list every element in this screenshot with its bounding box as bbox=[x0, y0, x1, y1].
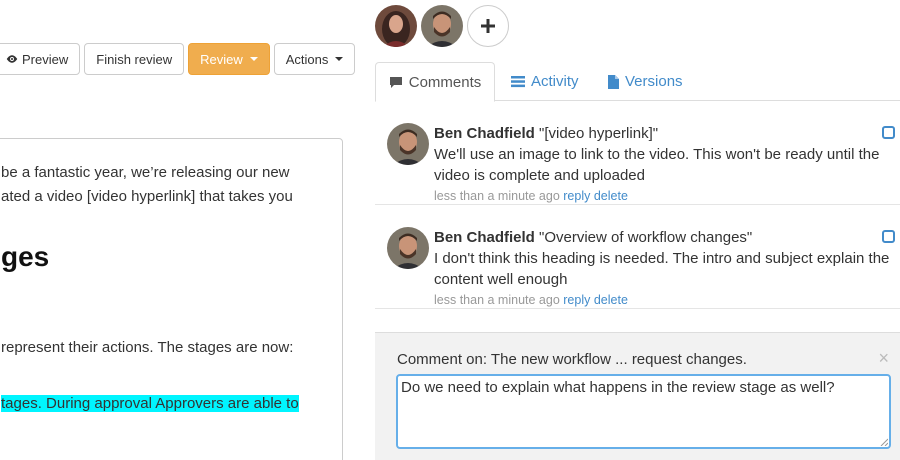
chevron-down-icon bbox=[249, 57, 258, 61]
tab-versions[interactable]: Versions bbox=[608, 62, 683, 101]
eye-icon bbox=[6, 55, 18, 63]
resize-handle-icon[interactable] bbox=[880, 438, 888, 446]
resolve-checkbox[interactable] bbox=[882, 126, 895, 139]
avatar bbox=[387, 227, 429, 269]
list-item: Ben Chadfield "Overview of workflow chan… bbox=[375, 205, 900, 309]
document-text-line: ated a video [video hyperlink] that take… bbox=[1, 188, 293, 205]
preview-button[interactable]: Preview bbox=[0, 43, 81, 75]
comment-timestamp: less than a minute ago bbox=[434, 189, 560, 203]
user-avatar-icon bbox=[375, 5, 417, 47]
document-heading: ges bbox=[1, 241, 50, 272]
tab-label: Versions bbox=[625, 73, 683, 90]
tab-comments[interactable]: Comments bbox=[375, 62, 495, 102]
preview-label: Preview bbox=[22, 51, 69, 67]
comment-text: I don't think this heading is needed. Th… bbox=[434, 250, 890, 288]
user-avatar-icon bbox=[421, 5, 463, 47]
comment-quote: "Overview of workflow changes" bbox=[539, 229, 753, 246]
document-text-line: represent their actions. The stages are … bbox=[1, 339, 294, 356]
document-editor[interactable]: be a fantastic year, we’re releasing our… bbox=[0, 138, 343, 460]
collaborators bbox=[375, 5, 509, 47]
user-avatar-icon bbox=[387, 123, 429, 165]
comment-quote: "[video hyperlink]" bbox=[539, 125, 659, 142]
comment-target-label: Comment on: The new workflow ... request… bbox=[397, 351, 747, 368]
review-label: Review bbox=[200, 51, 243, 67]
document-text-line: be a fantastic year, we’re releasing our… bbox=[1, 164, 290, 181]
tab-activity[interactable]: Activity bbox=[511, 62, 579, 101]
reply-link[interactable]: reply bbox=[563, 293, 590, 307]
plus-icon bbox=[481, 19, 495, 33]
avatar[interactable] bbox=[375, 5, 417, 47]
new-comment-panel: Comment on: The new workflow ... request… bbox=[375, 332, 900, 460]
reply-link[interactable]: reply bbox=[563, 189, 590, 203]
finish-review-button[interactable]: Finish review bbox=[84, 43, 185, 75]
document-text-line-highlighted: tages. During approval Approvers are abl… bbox=[1, 392, 299, 416]
chevron-down-icon bbox=[335, 57, 344, 61]
comment-meta: less than a minute ago reply delete bbox=[434, 187, 894, 205]
comment-input[interactable]: Do we need to explain what happens in th… bbox=[396, 374, 891, 449]
close-icon[interactable]: × bbox=[878, 349, 889, 367]
list-icon bbox=[511, 76, 525, 88]
tab-label: Activity bbox=[531, 73, 579, 90]
comment-list: Ben Chadfield "[video hyperlink]" We'll … bbox=[375, 101, 900, 309]
comment-author: Ben Chadfield bbox=[434, 125, 535, 142]
comment-icon bbox=[389, 76, 402, 88]
comment-meta: less than a minute ago reply delete bbox=[434, 291, 894, 309]
sidebar-tabs: Comments Activity Versions bbox=[375, 62, 900, 102]
comment-timestamp: less than a minute ago bbox=[434, 293, 560, 307]
user-avatar-icon bbox=[387, 227, 429, 269]
resolve-checkbox[interactable] bbox=[882, 230, 895, 243]
list-item: Ben Chadfield "[video hyperlink]" We'll … bbox=[375, 101, 900, 205]
tab-label: Comments bbox=[408, 73, 482, 91]
add-collaborator-button[interactable] bbox=[467, 5, 509, 47]
comment-highlight[interactable]: tages. During approval Approvers are abl… bbox=[1, 395, 299, 412]
comment-author: Ben Chadfield bbox=[434, 229, 535, 246]
comment-body: Ben Chadfield "[video hyperlink]" We'll … bbox=[434, 123, 894, 205]
comment-text: We'll use an image to link to the video.… bbox=[434, 146, 880, 184]
delete-link[interactable]: delete bbox=[594, 189, 628, 203]
review-dropdown-button[interactable]: Review bbox=[188, 43, 270, 75]
delete-link[interactable]: delete bbox=[594, 293, 628, 307]
file-icon bbox=[608, 74, 619, 89]
avatar[interactable] bbox=[421, 5, 463, 47]
comment-body: Ben Chadfield "Overview of workflow chan… bbox=[434, 227, 894, 309]
actions-dropdown-button[interactable]: Actions bbox=[273, 43, 356, 75]
actions-label: Actions bbox=[285, 51, 329, 67]
review-toolbar: Preview Finish review Review Actions bbox=[0, 43, 356, 75]
avatar bbox=[387, 123, 429, 165]
